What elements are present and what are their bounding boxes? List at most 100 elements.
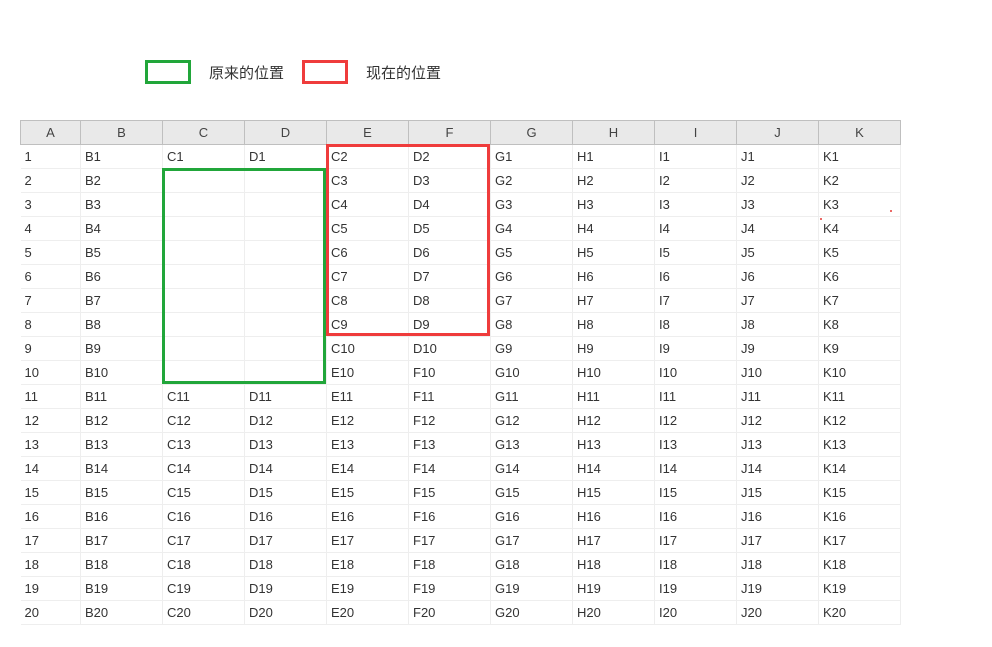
cell[interactable]: D14 bbox=[245, 457, 327, 481]
cell[interactable]: I14 bbox=[655, 457, 737, 481]
cell[interactable]: G18 bbox=[491, 553, 573, 577]
cell[interactable]: B8 bbox=[81, 313, 163, 337]
cell[interactable]: 4 bbox=[21, 217, 81, 241]
cell[interactable]: E12 bbox=[327, 409, 409, 433]
cell[interactable]: D6 bbox=[409, 241, 491, 265]
cell[interactable]: C7 bbox=[327, 265, 409, 289]
cell[interactable]: I7 bbox=[655, 289, 737, 313]
cell[interactable]: C2 bbox=[327, 145, 409, 169]
cell[interactable]: I10 bbox=[655, 361, 737, 385]
cell[interactable]: G15 bbox=[491, 481, 573, 505]
cell[interactable]: J17 bbox=[737, 529, 819, 553]
cell[interactable]: F12 bbox=[409, 409, 491, 433]
cell[interactable]: F13 bbox=[409, 433, 491, 457]
cell[interactable]: J11 bbox=[737, 385, 819, 409]
cell[interactable]: E10 bbox=[327, 361, 409, 385]
cell[interactable]: G8 bbox=[491, 313, 573, 337]
cell[interactable] bbox=[245, 337, 327, 361]
cell[interactable]: E20 bbox=[327, 601, 409, 625]
cell[interactable]: I16 bbox=[655, 505, 737, 529]
cell[interactable]: 13 bbox=[21, 433, 81, 457]
cell[interactable]: G16 bbox=[491, 505, 573, 529]
cell[interactable]: H10 bbox=[573, 361, 655, 385]
cell[interactable]: 3 bbox=[21, 193, 81, 217]
cell[interactable]: F20 bbox=[409, 601, 491, 625]
cell[interactable]: D11 bbox=[245, 385, 327, 409]
cell[interactable]: C6 bbox=[327, 241, 409, 265]
cell[interactable]: J14 bbox=[737, 457, 819, 481]
cell[interactable]: F10 bbox=[409, 361, 491, 385]
cell[interactable]: B7 bbox=[81, 289, 163, 313]
cell[interactable]: F19 bbox=[409, 577, 491, 601]
cell[interactable]: I18 bbox=[655, 553, 737, 577]
cell[interactable]: J1 bbox=[737, 145, 819, 169]
cell[interactable]: I17 bbox=[655, 529, 737, 553]
cell[interactable]: C19 bbox=[163, 577, 245, 601]
cell[interactable]: D4 bbox=[409, 193, 491, 217]
cell[interactable]: 10 bbox=[21, 361, 81, 385]
cell[interactable]: 20 bbox=[21, 601, 81, 625]
cell[interactable]: 16 bbox=[21, 505, 81, 529]
cell[interactable]: C18 bbox=[163, 553, 245, 577]
cell[interactable]: J12 bbox=[737, 409, 819, 433]
cell[interactable] bbox=[163, 241, 245, 265]
column-header-A[interactable]: A bbox=[21, 121, 81, 145]
cell[interactable]: E11 bbox=[327, 385, 409, 409]
cell[interactable]: I20 bbox=[655, 601, 737, 625]
cell[interactable]: B10 bbox=[81, 361, 163, 385]
cell[interactable]: H12 bbox=[573, 409, 655, 433]
cell[interactable]: K1 bbox=[819, 145, 901, 169]
cell[interactable]: G19 bbox=[491, 577, 573, 601]
cell[interactable]: J6 bbox=[737, 265, 819, 289]
cell[interactable] bbox=[163, 193, 245, 217]
cell[interactable]: K7 bbox=[819, 289, 901, 313]
cell[interactable]: B5 bbox=[81, 241, 163, 265]
cell[interactable]: H20 bbox=[573, 601, 655, 625]
cell[interactable]: J7 bbox=[737, 289, 819, 313]
cell[interactable]: C3 bbox=[327, 169, 409, 193]
cell[interactable]: B13 bbox=[81, 433, 163, 457]
cell[interactable]: G3 bbox=[491, 193, 573, 217]
cell[interactable]: K4 bbox=[819, 217, 901, 241]
cell[interactable]: J13 bbox=[737, 433, 819, 457]
cell[interactable] bbox=[163, 265, 245, 289]
cell[interactable]: K13 bbox=[819, 433, 901, 457]
cell[interactable]: I12 bbox=[655, 409, 737, 433]
cell[interactable]: G14 bbox=[491, 457, 573, 481]
cell[interactable]: B18 bbox=[81, 553, 163, 577]
cell[interactable]: I1 bbox=[655, 145, 737, 169]
cell[interactable]: G10 bbox=[491, 361, 573, 385]
cell[interactable]: C1 bbox=[163, 145, 245, 169]
cell[interactable]: B16 bbox=[81, 505, 163, 529]
cell[interactable]: J8 bbox=[737, 313, 819, 337]
cell[interactable]: C15 bbox=[163, 481, 245, 505]
cell[interactable]: 2 bbox=[21, 169, 81, 193]
column-header-J[interactable]: J bbox=[737, 121, 819, 145]
cell[interactable]: K3 bbox=[819, 193, 901, 217]
column-header-F[interactable]: F bbox=[409, 121, 491, 145]
column-header-H[interactable]: H bbox=[573, 121, 655, 145]
column-header-I[interactable]: I bbox=[655, 121, 737, 145]
cell[interactable]: D15 bbox=[245, 481, 327, 505]
cell[interactable]: E13 bbox=[327, 433, 409, 457]
cell[interactable]: B6 bbox=[81, 265, 163, 289]
cell[interactable]: C12 bbox=[163, 409, 245, 433]
cell[interactable]: I5 bbox=[655, 241, 737, 265]
cell[interactable]: D5 bbox=[409, 217, 491, 241]
cell[interactable] bbox=[245, 265, 327, 289]
cell[interactable]: E15 bbox=[327, 481, 409, 505]
cell[interactable]: B3 bbox=[81, 193, 163, 217]
column-header-K[interactable]: K bbox=[819, 121, 901, 145]
cell[interactable]: D16 bbox=[245, 505, 327, 529]
cell[interactable]: I6 bbox=[655, 265, 737, 289]
cell[interactable] bbox=[245, 289, 327, 313]
cell[interactable]: H7 bbox=[573, 289, 655, 313]
cell[interactable]: I4 bbox=[655, 217, 737, 241]
cell[interactable]: B9 bbox=[81, 337, 163, 361]
cell[interactable]: I11 bbox=[655, 385, 737, 409]
cell[interactable]: K2 bbox=[819, 169, 901, 193]
cell[interactable]: B2 bbox=[81, 169, 163, 193]
cell[interactable] bbox=[163, 337, 245, 361]
cell[interactable]: E19 bbox=[327, 577, 409, 601]
cell[interactable]: E18 bbox=[327, 553, 409, 577]
